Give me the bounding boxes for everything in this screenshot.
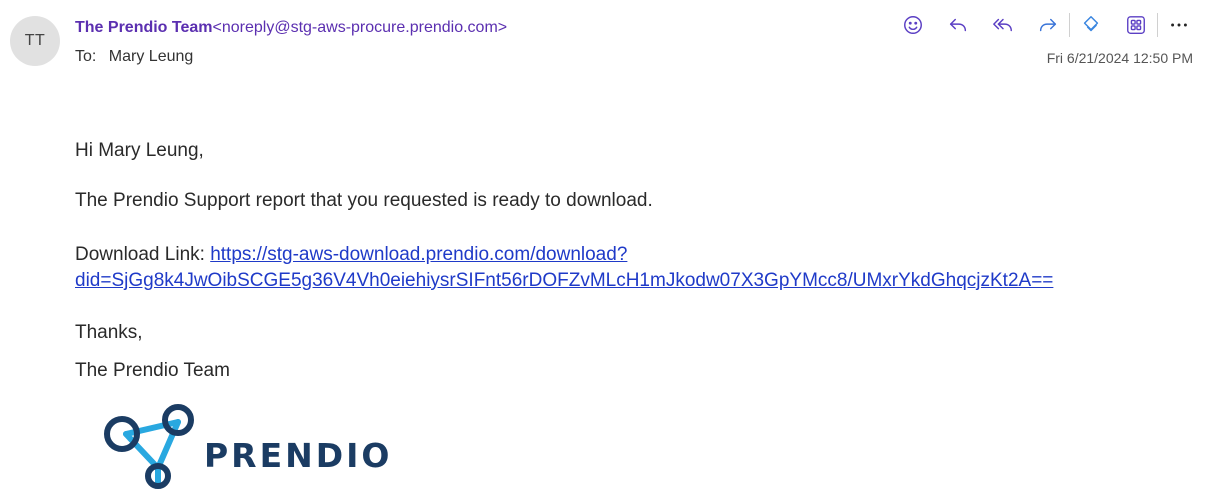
more-actions-button[interactable] <box>1164 10 1194 40</box>
to-label: To: <box>75 48 97 65</box>
message-date: Fri 6/21/2024 12:50 PM <box>1046 50 1193 66</box>
apps-button[interactable] <box>1121 10 1151 40</box>
download-line: Download Link: https://stg-aws-download.… <box>75 244 627 266</box>
download-label: Download Link: <box>75 244 205 265</box>
toolbar-divider <box>1157 13 1158 37</box>
copilot-icon <box>1083 16 1099 32</box>
recipient-name[interactable]: Mary Leung <box>109 48 194 65</box>
download-link-continued[interactable]: did=SjGg8k4JwOibSCGE5g36V4Vh0eiehiysrSIF… <box>75 270 1053 291</box>
reply-button[interactable] <box>943 10 973 40</box>
sender-name: The Prendio Team <box>75 19 213 36</box>
prendio-logo-text: PRENDIO <box>204 436 393 475</box>
emoji-icon <box>904 16 922 34</box>
apps-icon <box>1127 16 1145 34</box>
sender-line[interactable]: The Prendio Team<noreply@stg-aws-procure… <box>75 19 507 37</box>
toolbar-divider <box>1069 13 1070 37</box>
more-icon <box>1171 23 1187 27</box>
reply-all-icon <box>993 18 1012 32</box>
sender-avatar[interactable]: TT <box>10 16 60 66</box>
recipient-line: To: Mary Leung <box>75 48 193 66</box>
sender-address: <noreply@stg-aws-procure.prendio.com> <box>212 19 508 36</box>
reply-icon <box>949 18 967 32</box>
forward-button[interactable] <box>1033 10 1063 40</box>
signoff-line: The Prendio Team <box>75 360 230 381</box>
greeting: Hi Mary Leung, <box>75 140 204 161</box>
copilot-button[interactable] <box>1076 10 1106 40</box>
forward-icon <box>1039 18 1057 32</box>
download-link[interactable]: https://stg-aws-download.prendio.com/dow… <box>210 244 627 265</box>
thanks-line: Thanks, <box>75 322 143 343</box>
emoji-reaction-button[interactable] <box>898 10 928 40</box>
report-line: The Prendio Support report that you requ… <box>75 190 653 211</box>
reply-all-button[interactable] <box>988 10 1018 40</box>
download-line-continued: did=SjGg8k4JwOibSCGE5g36V4Vh0eiehiysrSIF… <box>75 270 1053 292</box>
message-toolbar <box>898 9 1194 41</box>
